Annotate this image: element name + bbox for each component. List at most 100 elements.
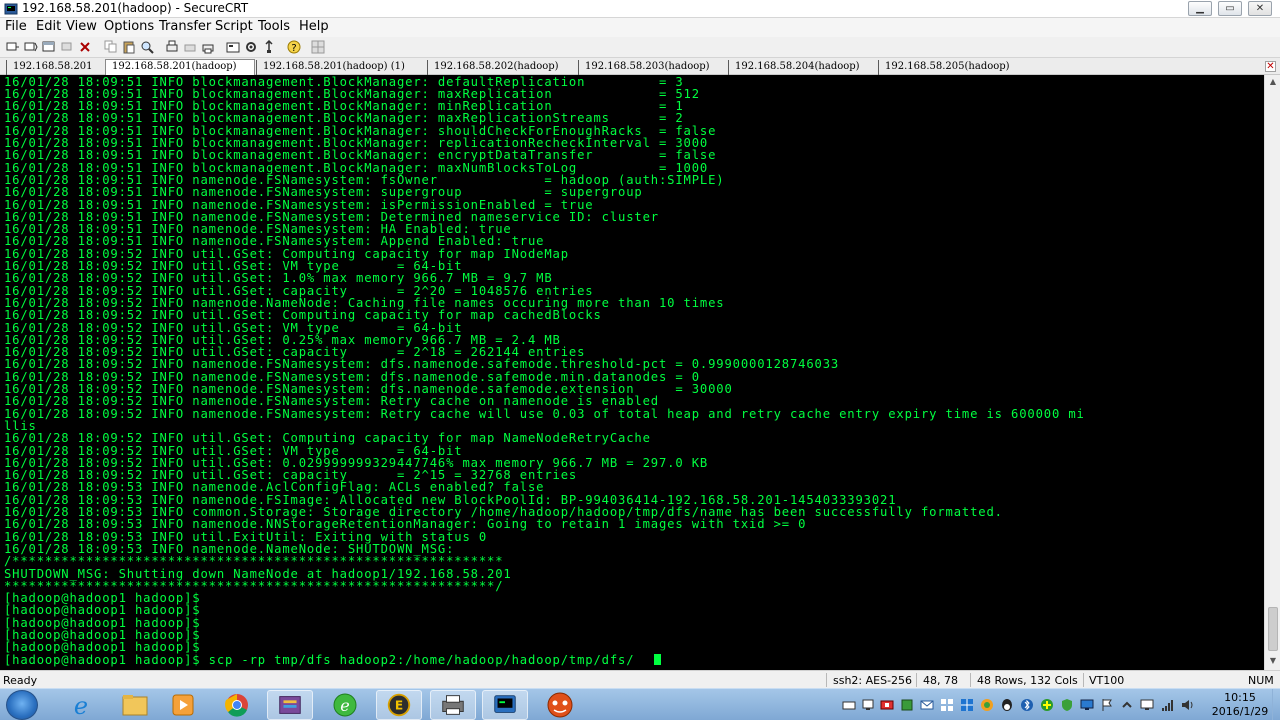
terminal-scrollbar[interactable]: ▲ ▼: [1264, 75, 1280, 670]
tab-session-205-hadoop[interactable]: 192.168.58.205(hadoop): [878, 60, 1028, 75]
scroll-thumb[interactable]: [1268, 607, 1278, 651]
internet-explorer-icon[interactable]: e: [58, 690, 104, 720]
menu-edit[interactable]: Edit: [36, 19, 61, 34]
securecrt-app-icon: [4, 3, 18, 15]
archive-icon[interactable]: [267, 690, 313, 720]
scroll-down-arrow-icon[interactable]: ▼: [1267, 655, 1279, 667]
terminal-line: SHUTDOWN_MSG: Shutting down NameNode at …: [4, 566, 512, 581]
status-ready: Ready: [3, 674, 38, 687]
svg-text:e: e: [340, 696, 349, 715]
tray-clipboard-icon[interactable]: [900, 698, 914, 712]
show-desktop-button[interactable]: [1272, 689, 1280, 720]
terminal-line: 16/01/28 18:09:52 INFO util.GSet: 1.0% m…: [4, 271, 553, 286]
tray-chevron-icon[interactable]: [1120, 698, 1134, 712]
close-button[interactable]: ✕: [1248, 1, 1272, 16]
menu-script[interactable]: Script: [215, 19, 253, 34]
360-browser-icon[interactable]: e: [322, 690, 368, 720]
terminal-screen[interactable]: 16/01/28 18:09:51 INFO blockmanagement.B…: [0, 75, 1264, 670]
tray-grid-icon[interactable]: [940, 698, 954, 712]
game-icon[interactable]: [537, 690, 583, 720]
menu-tools[interactable]: Tools: [258, 19, 290, 34]
start-button[interactable]: [6, 690, 38, 720]
terminal-line: /***************************************…: [4, 554, 504, 569]
scroll-up-arrow-icon[interactable]: ▲: [1267, 76, 1279, 88]
terminal-cursor: [654, 654, 661, 666]
minimize-button[interactable]: ▁: [1188, 1, 1212, 16]
svg-text:?: ?: [291, 43, 296, 54]
status-cursor-position: 48, 78: [923, 674, 958, 687]
status-terminal-size: 48 Rows, 132 Cols: [977, 674, 1078, 687]
menu-bar: File Edit View Options Transfer Script T…: [0, 18, 1280, 37]
tray-windows-icon[interactable]: [960, 698, 974, 712]
status-divider: [916, 673, 917, 687]
tray-qq-icon[interactable]: [1000, 698, 1014, 712]
terminal-line: 16/01/28 18:09:52 INFO util.GSet: Comput…: [4, 431, 651, 446]
maximize-button[interactable]: ▭: [1218, 1, 1242, 16]
menu-file[interactable]: File: [5, 19, 27, 34]
print-icon[interactable]: [183, 40, 197, 54]
terminal-line: 16/01/28 18:09:51 INFO blockmanagement.B…: [4, 75, 684, 89]
status-num-lock: NUM: [1248, 674, 1274, 687]
clock-date[interactable]: 2016/1/29: [1210, 705, 1270, 718]
reconnect-icon[interactable]: [60, 40, 74, 54]
menu-view[interactable]: View: [66, 19, 97, 34]
window-title: 192.168.58.201(hadoop) - SecureCRT: [22, 1, 249, 15]
tray-monitor-icon[interactable]: [1140, 698, 1154, 712]
file-explorer-icon[interactable]: [112, 690, 158, 720]
session-tab-bar: 192.168.58.201 192.168.58.201(hadoop) 19…: [0, 58, 1280, 75]
editor-icon[interactable]: E: [376, 690, 422, 720]
tab-session-204-hadoop[interactable]: 192.168.58.204(hadoop): [728, 60, 877, 75]
tray-network-icon[interactable]: [861, 698, 875, 712]
find-icon[interactable]: [140, 40, 154, 54]
terminal-line: 16/01/28 18:09:51 INFO namenode.FSNamesy…: [4, 197, 594, 212]
tray-keyboard-icon[interactable]: [842, 698, 856, 712]
printer-app-icon[interactable]: [430, 690, 476, 720]
menu-transfer[interactable]: Transfer: [159, 19, 211, 34]
chrome-icon[interactable]: [214, 690, 260, 720]
terminal-line: 16/01/28 18:09:52 INFO namenode.FSNamesy…: [4, 406, 1085, 421]
tab-session-201-hadoop[interactable]: 192.168.58.201(hadoop): [105, 59, 255, 75]
clock-time[interactable]: 10:15: [1210, 691, 1270, 704]
print-selection-icon[interactable]: [201, 40, 215, 54]
connect-icon[interactable]: [6, 40, 20, 54]
tab-session-201[interactable]: 192.168.58.201: [6, 60, 104, 75]
tray-flag-icon[interactable]: [1100, 698, 1114, 712]
tab-session-202-hadoop[interactable]: 192.168.58.202(hadoop): [427, 60, 577, 75]
disconnect-icon[interactable]: [78, 40, 92, 54]
global-options-icon[interactable]: [244, 40, 258, 54]
tile-icon[interactable]: [311, 40, 325, 54]
tray-bluetooth-icon[interactable]: [1020, 698, 1034, 712]
keymap-icon[interactable]: [262, 40, 276, 54]
connect-tab-icon[interactable]: [42, 40, 56, 54]
tray-volume-icon[interactable]: [1180, 698, 1194, 712]
tab-session-201-hadoop-1[interactable]: 192.168.58.201(hadoop) (1): [256, 60, 426, 75]
menu-options[interactable]: Options: [104, 19, 154, 34]
menu-help[interactable]: Help: [299, 19, 329, 34]
close-tab-icon[interactable]: ✕: [1265, 61, 1276, 72]
help-icon[interactable]: ?: [287, 40, 301, 54]
terminal-line: 16/01/28 18:09:51 INFO blockmanagement.B…: [4, 111, 684, 126]
tray-display-icon[interactable]: [1080, 698, 1094, 712]
terminal-line: 16/01/28 18:09:52 INFO namenode.FSNamesy…: [4, 394, 659, 409]
session-options-icon[interactable]: [226, 40, 240, 54]
print-setup-icon[interactable]: [165, 40, 179, 54]
tray-mail-icon[interactable]: [920, 698, 934, 712]
terminal-line: 16/01/28 18:09:52 INFO util.GSet: VM typ…: [4, 443, 463, 458]
quick-connect-icon[interactable]: [24, 40, 38, 54]
svg-text:e: e: [74, 692, 88, 720]
securecrt-icon[interactable]: [482, 690, 528, 720]
terminal-line: 16/01/28 18:09:53 INFO namenode.NNStorag…: [4, 517, 807, 532]
tab-session-203-hadoop[interactable]: 192.168.58.203(hadoop): [578, 60, 727, 75]
terminal-line: 16/01/28 18:09:53 INFO namenode.AclConfi…: [4, 480, 545, 495]
tray-shield-icon[interactable]: [1060, 698, 1074, 712]
paste-icon[interactable]: [122, 40, 136, 54]
media-player-icon[interactable]: [160, 690, 206, 720]
tray-wifi-icon[interactable]: [1160, 698, 1174, 712]
tray-plus-icon[interactable]: [1040, 698, 1054, 712]
status-emulation: VT100: [1089, 674, 1125, 687]
tray-antivirus-icon[interactable]: [880, 698, 894, 712]
terminal-line: 16/01/28 18:09:52 INFO util.GSet: Comput…: [4, 308, 602, 323]
copy-icon[interactable]: [104, 40, 118, 54]
tray-color-icon[interactable]: [980, 698, 994, 712]
windows-taskbar: e e E 10:15 2016/1/29: [0, 688, 1280, 720]
